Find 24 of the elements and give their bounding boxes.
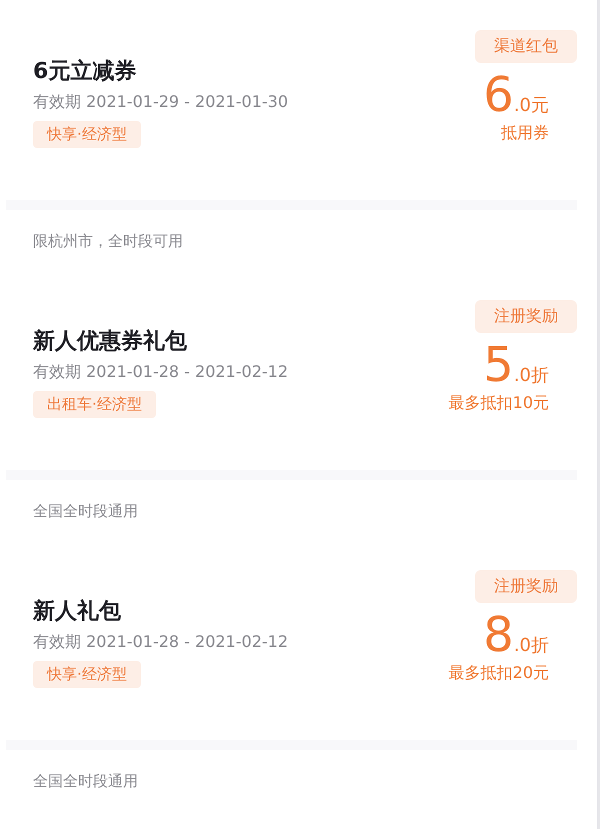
coupon-title: 新人优惠券礼包 (33, 328, 187, 356)
usage-scope: 全国全时段通用 (32, 771, 139, 791)
usage-scope: 全国全时段通用 (32, 501, 139, 521)
amount-note: 最多抵扣20元 (448, 663, 550, 684)
validity-period: 有效期 2021-01-28 - 2021-02-12 (33, 361, 288, 383)
vehicle-type-tag: 出租车·经济型 (33, 391, 156, 418)
vehicle-type-tag: 快享·经济型 (33, 121, 141, 148)
amount-value: 5 (483, 339, 514, 391)
amount-unit: .0折 (514, 634, 549, 657)
amount-unit: .0折 (514, 364, 549, 387)
amount-unit: .0元 (514, 94, 549, 117)
source-badge: 渠道红包 (475, 30, 577, 63)
source-badge: 注册奖励 (475, 300, 577, 333)
amount-value: 6 (483, 69, 514, 121)
validity-period: 有效期 2021-01-28 - 2021-02-12 (33, 631, 288, 653)
source-badge: 注册奖励 (475, 570, 577, 603)
validity-period: 有效期 2021-01-29 - 2021-01-30 (33, 91, 288, 113)
amount-note: 抵用券 (501, 123, 550, 144)
coupon-title: 新人礼包 (33, 598, 121, 626)
vehicle-type-tag: 快享·经济型 (33, 661, 141, 688)
coupon-title: 6元立减券 (33, 58, 136, 86)
amount-value: 8 (483, 609, 514, 661)
amount-note: 最多抵扣10元 (448, 393, 550, 414)
usage-scope: 限杭州市，全时段可用 (32, 231, 184, 251)
